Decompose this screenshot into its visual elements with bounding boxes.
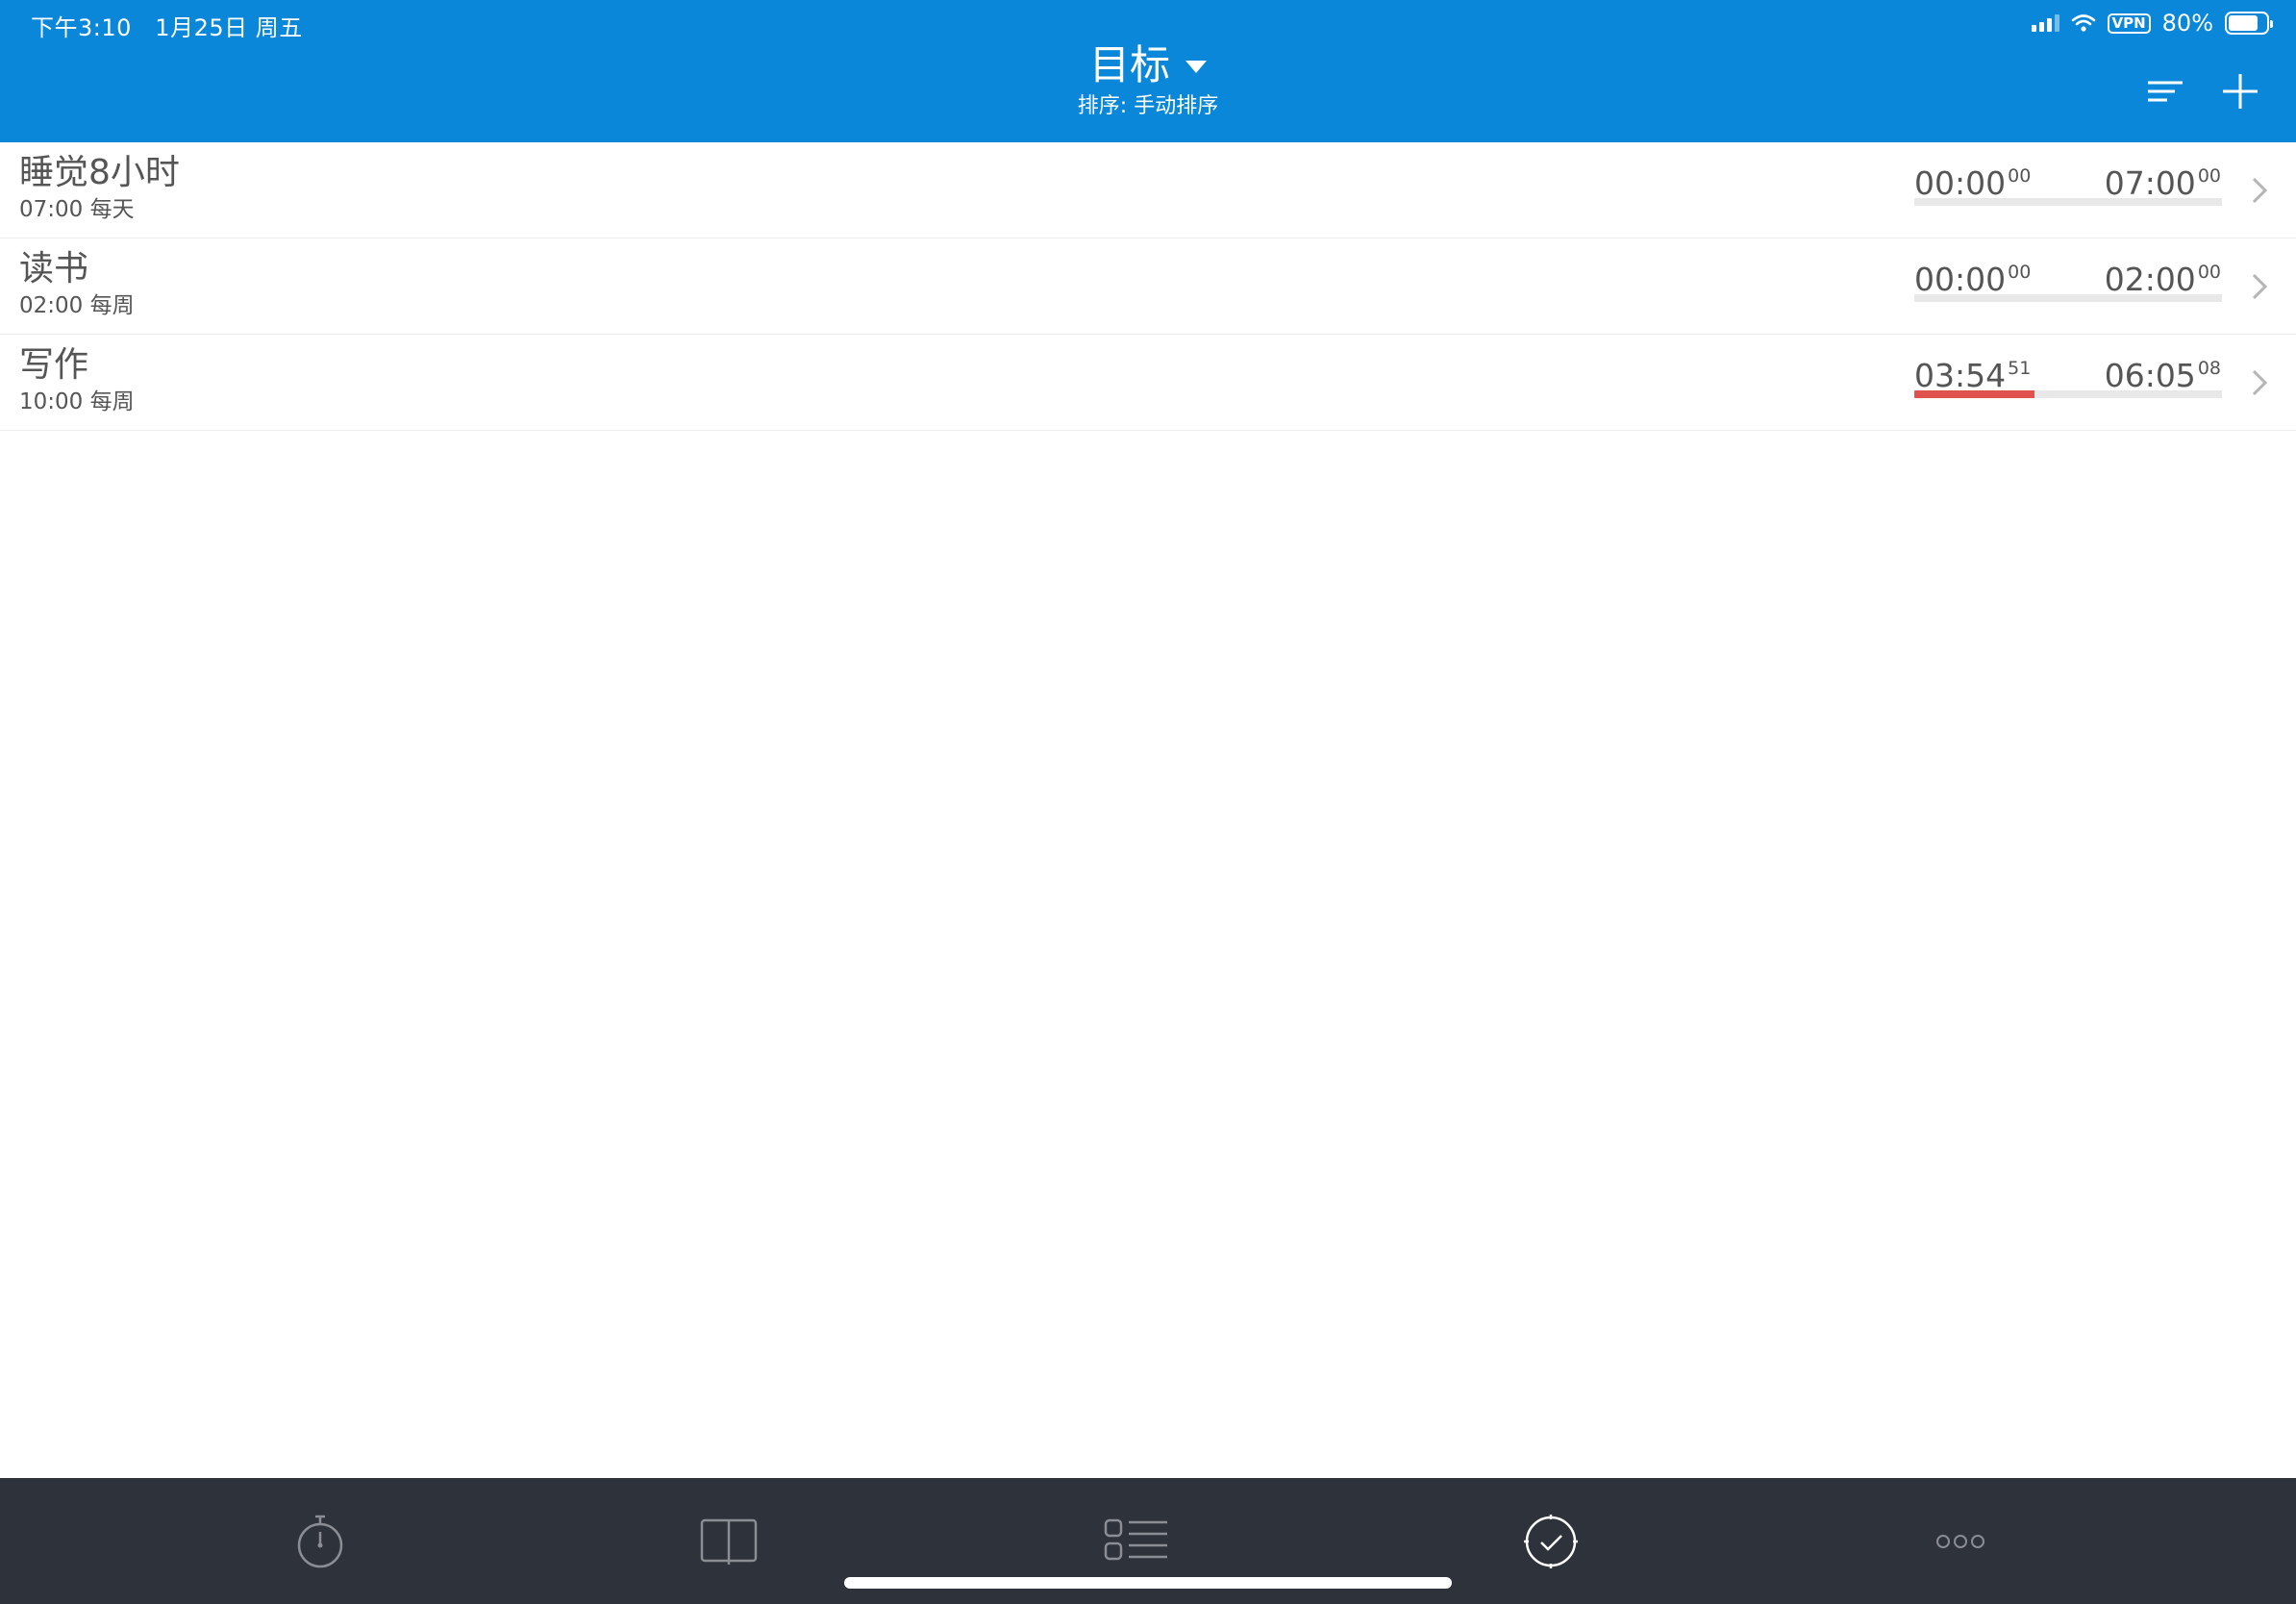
- page-title: 目标: [1088, 41, 1170, 88]
- sort-icon: [2148, 81, 2183, 102]
- home-indicator[interactable]: [844, 1577, 1452, 1589]
- progress-bar: [1914, 390, 2222, 398]
- battery-level-fill: [2229, 15, 2259, 31]
- tab-journal[interactable]: [690, 1503, 767, 1580]
- tab-list[interactable]: [1098, 1503, 1175, 1580]
- stopwatch-icon: [297, 1515, 343, 1568]
- wifi-icon: [2071, 14, 2095, 32]
- time-remaining: 02:00 00: [2105, 252, 2221, 300]
- plus-icon: [2223, 74, 2258, 109]
- chevron-right-icon: [2252, 369, 2268, 396]
- sort-mode-label: 排序: 手动排序: [1077, 94, 1219, 118]
- vpn-badge: VPN: [2107, 13, 2151, 34]
- time-remaining: 07:00 00: [2105, 156, 2221, 204]
- time-remaining-main: 07:00: [2104, 164, 2196, 202]
- goal-title: 写作: [19, 345, 89, 385]
- goal-target: 07:00 每天: [19, 197, 135, 222]
- progress-bar: [1914, 198, 2222, 206]
- status-time-text: 下午3:10: [31, 14, 132, 41]
- goal-title: 读书: [19, 249, 89, 288]
- time-remaining: 06:05 08: [2105, 348, 2221, 396]
- title-dropdown[interactable]: 目标: [1089, 38, 1207, 92]
- time-completed-main: 00:00: [1914, 261, 2007, 298]
- time-remaining-seconds: 00: [2197, 165, 2221, 187]
- time-completed: 03:54 51: [1914, 348, 2031, 396]
- goal-row[interactable]: 睡觉8小时 07:00 每天 00:00 00 07:00 00: [0, 142, 2296, 238]
- header-bar: 下午3:10 1月25日 周五 VPN 80% 目标 排序: 手动排序: [0, 0, 2296, 142]
- chevron-right-icon: [2252, 273, 2268, 300]
- goal-target: 02:00 每周: [19, 293, 135, 318]
- goal-target: 10:00 每周: [19, 389, 135, 414]
- progress-bar: [1914, 294, 2222, 302]
- status-bar-time: 下午3:10 1月25日 周五: [31, 9, 303, 42]
- tab-timer[interactable]: [282, 1503, 359, 1580]
- add-goal-button[interactable]: [2211, 65, 2269, 123]
- status-date-text: 1月25日 周五: [155, 14, 303, 41]
- list-icon: [1104, 1518, 1167, 1561]
- time-completed-main: 03:54: [1914, 357, 2007, 394]
- chevron-right-icon: [2252, 177, 2268, 204]
- status-bar-right: VPN 80%: [2031, 9, 2273, 38]
- goal-row[interactable]: 写作 10:00 每周 03:54 51 06:05 08: [0, 335, 2296, 431]
- time-completed: 00:00 00: [1914, 156, 2031, 204]
- cellular-signal-icon: [2031, 14, 2059, 32]
- battery-icon: [2225, 12, 2273, 35]
- progress-fill: [1914, 390, 2034, 398]
- goal-row[interactable]: 读书 02:00 每周 00:00 00 02:00 00: [0, 238, 2296, 335]
- time-completed-seconds: 00: [2008, 262, 2032, 283]
- more-icon: [1936, 1535, 1984, 1548]
- time-remaining-main: 02:00: [2104, 261, 2196, 298]
- goal-title: 睡觉8小时: [19, 153, 180, 192]
- time-completed-main: 00:00: [1914, 164, 2007, 202]
- title-block: 目标 排序: 手动排序: [0, 38, 2296, 121]
- time-remaining-seconds: 08: [2197, 358, 2221, 379]
- battery-percent: 80%: [2161, 10, 2213, 37]
- check-circle-icon: [1524, 1515, 1578, 1568]
- chevron-down-icon: [1185, 60, 1207, 73]
- tab-more[interactable]: [1923, 1503, 2000, 1580]
- time-remaining-seconds: 00: [2197, 262, 2221, 283]
- goals-screen: 下午3:10 1月25日 周五 VPN 80% 目标 排序: 手动排序 睡觉8小…: [0, 0, 2296, 1604]
- goal-list: 睡觉8小时 07:00 每天 00:00 00 07:00 00 读书 02:00 …: [0, 142, 2296, 431]
- tab-goals[interactable]: [1512, 1503, 1589, 1580]
- sort-button[interactable]: [2136, 65, 2194, 123]
- book-icon: [700, 1518, 758, 1565]
- time-completed-seconds: 51: [2008, 358, 2032, 379]
- time-remaining-main: 06:05: [2104, 357, 2196, 394]
- time-completed: 00:00 00: [1914, 252, 2031, 300]
- time-completed-seconds: 00: [2008, 165, 2032, 187]
